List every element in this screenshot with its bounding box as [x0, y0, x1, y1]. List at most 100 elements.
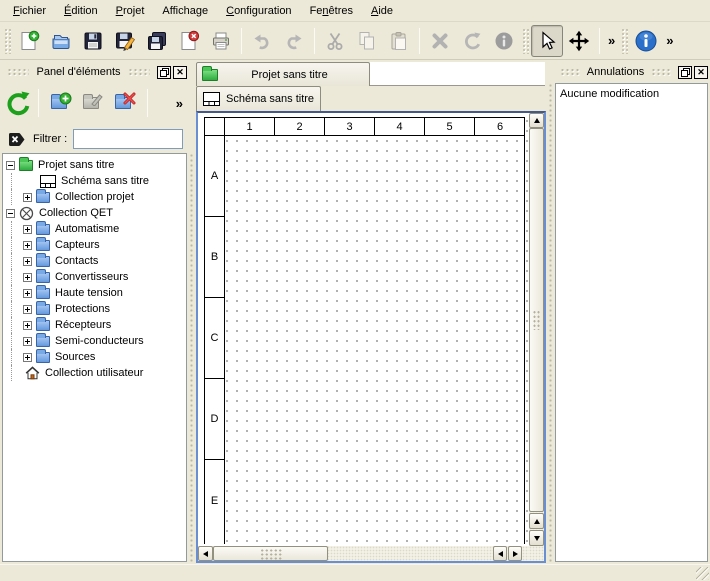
save-as-button[interactable]	[109, 25, 141, 57]
up-arrow-icon	[534, 519, 540, 524]
horizontal-scrollbar[interactable]	[198, 546, 529, 561]
new-category-button[interactable]	[43, 87, 75, 119]
save-all-button[interactable]	[141, 25, 173, 57]
toolbar-drag-handle[interactable]	[621, 28, 628, 54]
select-mode-button[interactable]	[531, 25, 563, 57]
move-cross-icon	[568, 30, 590, 52]
right-splitter[interactable]	[547, 83, 553, 562]
tree-item-haute-tension[interactable]: Haute tension	[3, 285, 186, 301]
vertical-scroll-thumb[interactable]	[529, 128, 544, 512]
redo-button[interactable]	[278, 25, 310, 57]
menu-affichage[interactable]: Affichage	[153, 2, 217, 20]
expand-expander-icon[interactable]	[23, 257, 32, 266]
left-splitter[interactable]	[188, 153, 194, 562]
new-document-button[interactable]	[13, 25, 45, 57]
horizontal-scroll-thumb[interactable]	[213, 546, 328, 561]
window-resize-grip[interactable]	[696, 567, 709, 580]
expand-expander-icon[interactable]	[23, 241, 32, 250]
tab-schema[interactable]: Schéma sans titre	[196, 86, 321, 111]
edit-category-button[interactable]	[75, 87, 107, 119]
expand-expander-icon[interactable]	[23, 321, 32, 330]
move-mode-button[interactable]	[563, 25, 595, 57]
save-button[interactable]	[77, 25, 109, 57]
diagram-info-button[interactable]	[630, 25, 662, 57]
paste-icon	[388, 30, 410, 52]
elements-panel-titlebar[interactable]: Panel d'éléments ✕	[2, 64, 187, 80]
copy-button[interactable]	[351, 25, 383, 57]
tree-item-contacts[interactable]: Contacts	[3, 253, 186, 269]
expand-expander-icon[interactable]	[23, 337, 32, 346]
scroll-up-button[interactable]	[529, 513, 544, 529]
annulations-panel-titlebar[interactable]: Annulations ✕	[555, 64, 708, 80]
copy-icon	[356, 30, 378, 52]
expand-expander-icon[interactable]	[23, 305, 32, 314]
close-document-button[interactable]	[173, 25, 205, 57]
close-panel-button[interactable]: ✕	[694, 66, 708, 79]
tree-item-semi-conducteurs[interactable]: Semi-conducteurs	[3, 333, 186, 349]
tree-item-collection-utilisateur[interactable]: Collection utilisateur	[3, 365, 186, 381]
clear-filter-icon[interactable]	[8, 131, 27, 148]
tree-item-sources[interactable]: Sources	[3, 349, 186, 365]
tree-item-schema[interactable]: Schéma sans titre	[3, 173, 186, 189]
thumb-grip	[532, 310, 541, 330]
collapse-expander-icon[interactable]	[6, 209, 15, 218]
expand-expander-icon[interactable]	[23, 353, 32, 362]
reload-collections-button[interactable]	[2, 87, 34, 119]
scroll-right-button[interactable]	[508, 546, 522, 561]
tree-item-protections[interactable]: Protections	[3, 301, 186, 317]
scrollbar-corner	[529, 546, 544, 561]
tree-item-recepteurs[interactable]: Récepteurs	[3, 317, 186, 333]
menu-aide[interactable]: Aide	[362, 2, 402, 20]
scroll-up-button[interactable]	[529, 113, 544, 128]
scroll-left-button[interactable]	[198, 546, 213, 561]
close-panel-button[interactable]: ✕	[173, 66, 187, 79]
rotate-icon	[461, 30, 483, 52]
undo-button[interactable]	[246, 25, 278, 57]
element-info-button[interactable]	[488, 25, 520, 57]
element-info-icon	[493, 30, 515, 52]
edit-category-icon	[83, 97, 99, 109]
toolbar-drag-handle[interactable]	[4, 28, 11, 54]
menu-projet[interactable]: Projet	[107, 2, 154, 20]
open-document-button[interactable]	[45, 25, 77, 57]
expand-expander-icon[interactable]	[23, 273, 32, 282]
elements-tree: Projet sans titre Schéma sans titre Coll…	[2, 153, 187, 562]
expand-expander-icon[interactable]	[23, 225, 32, 234]
menu-configuration[interactable]: Configuration	[217, 2, 300, 20]
tree-item-collection-qet[interactable]: Collection QET	[3, 205, 186, 221]
rotate-button[interactable]	[456, 25, 488, 57]
cut-button[interactable]	[319, 25, 351, 57]
delete-category-button[interactable]	[107, 87, 139, 119]
tab-project[interactable]: Projet sans titre	[196, 62, 370, 86]
diagram-canvas[interactable]: 1 2 3 4 5 6 A B C D E	[198, 113, 529, 546]
tree-item-project[interactable]: Projet sans titre	[3, 157, 186, 173]
new-category-icon	[51, 97, 67, 109]
tree-item-capteurs[interactable]: Capteurs	[3, 237, 186, 253]
menu-fenetres[interactable]: Fenêtres	[301, 2, 362, 20]
toolbar-drag-handle[interactable]	[522, 28, 529, 54]
menu-fichier[interactable]: Fichier	[4, 2, 55, 20]
collapse-expander-icon[interactable]	[6, 161, 15, 170]
undo-list-item[interactable]: Aucune modification	[560, 86, 703, 102]
scroll-down-button[interactable]	[529, 530, 544, 546]
tree-item-collection-projet[interactable]: Collection projet	[3, 189, 186, 205]
tree-item-convertisseurs[interactable]: Convertisseurs	[3, 269, 186, 285]
float-panel-button[interactable]	[157, 66, 171, 79]
left-arrow-icon	[203, 551, 208, 557]
vertical-scrollbar[interactable]	[529, 113, 544, 546]
expand-expander-icon[interactable]	[23, 289, 32, 298]
panel-overflow-chevron[interactable]: »	[176, 96, 183, 111]
toolbar-overflow-chevron[interactable]: »	[662, 33, 677, 48]
float-panel-button[interactable]	[678, 66, 692, 79]
folder-icon	[36, 256, 50, 267]
print-button[interactable]	[205, 25, 237, 57]
menu-edition[interactable]: Édition	[55, 2, 107, 20]
paste-button[interactable]	[383, 25, 415, 57]
expand-expander-icon[interactable]	[23, 193, 32, 202]
menu-bar: Fichier Édition Projet Affichage Configu…	[0, 0, 710, 22]
tree-item-automatisme[interactable]: Automatisme	[3, 221, 186, 237]
toolbar-overflow-chevron[interactable]: »	[604, 33, 619, 48]
scroll-left-button[interactable]	[493, 546, 507, 561]
filter-input[interactable]	[73, 129, 183, 149]
delete-button[interactable]	[424, 25, 456, 57]
